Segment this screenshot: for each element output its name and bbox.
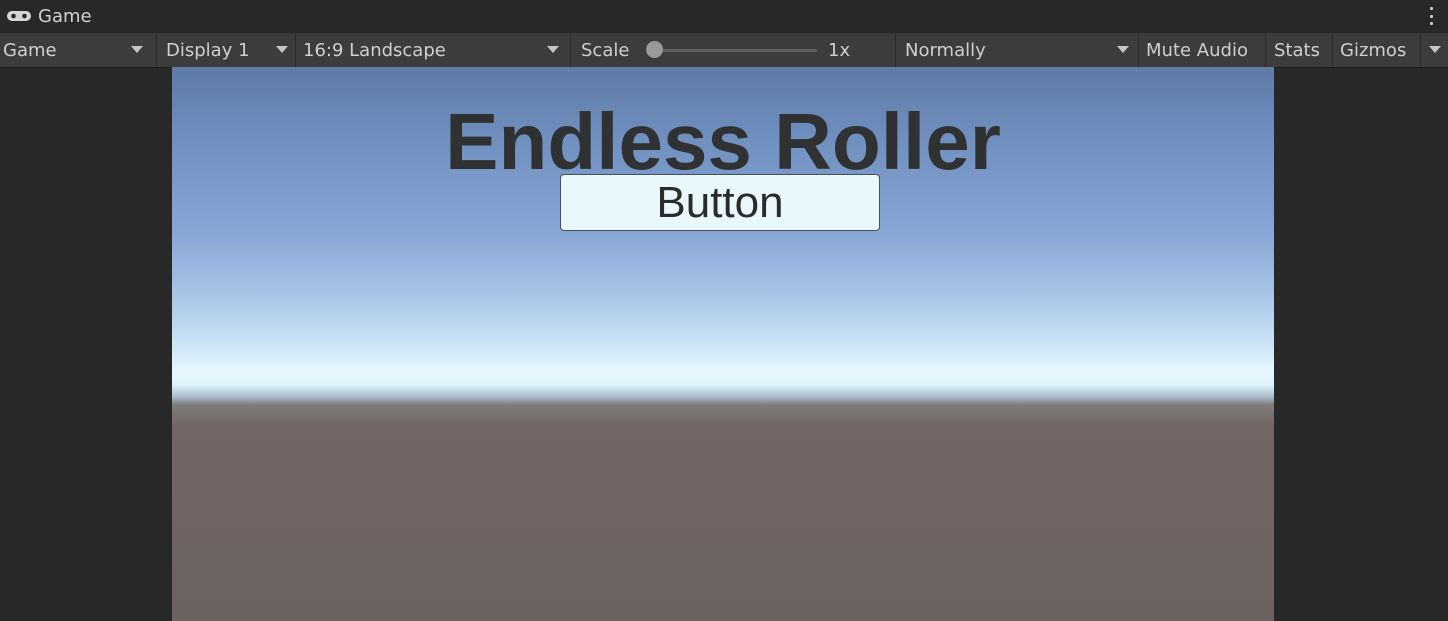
view-mode-label: Game <box>3 39 57 61</box>
scale-value-text: 1x <box>828 39 851 61</box>
scale-label: Scale <box>581 33 641 67</box>
scale-slider-handle[interactable] <box>646 41 663 58</box>
view-mode-dropdown[interactable]: Game <box>3 33 148 67</box>
display-dropdown[interactable]: Display 1 <box>166 33 291 67</box>
chevron-down-icon <box>1429 46 1441 53</box>
play-mode-dropdown[interactable]: Normally <box>905 33 1135 67</box>
more-options-icon[interactable] <box>1428 7 1434 25</box>
tab-title: Game <box>38 5 92 27</box>
game-toolbar: Game Display 1 16:9 Landscape Scale 1x N… <box>0 33 1448 68</box>
gizmos-dropdown[interactable] <box>1421 33 1448 67</box>
window-tab-bar: Game <box>0 0 1448 33</box>
stats-label: Stats <box>1274 39 1320 61</box>
chevron-down-icon <box>547 46 559 53</box>
chevron-down-icon <box>1117 46 1129 53</box>
game-button[interactable]: Button <box>560 174 880 231</box>
game-tab[interactable]: Game <box>6 5 92 27</box>
gizmos-toggle[interactable]: Gizmos <box>1340 33 1412 67</box>
mute-audio-toggle[interactable]: Mute Audio <box>1146 33 1258 67</box>
scale-label-text: Scale <box>581 39 630 61</box>
gizmos-label: Gizmos <box>1340 39 1407 61</box>
play-mode-label: Normally <box>905 39 986 61</box>
game-viewport[interactable]: Endless Roller Button <box>172 67 1274 621</box>
scale-value: 1x <box>828 33 858 67</box>
aspect-ratio-dropdown[interactable]: 16:9 Landscape <box>303 33 565 67</box>
gamepad-icon <box>6 8 32 24</box>
aspect-label: 16:9 Landscape <box>303 39 446 61</box>
chevron-down-icon <box>276 46 288 53</box>
stats-toggle[interactable]: Stats <box>1274 33 1326 67</box>
scale-slider-track[interactable] <box>655 49 817 52</box>
chevron-down-icon <box>131 46 143 53</box>
mute-audio-label: Mute Audio <box>1146 39 1248 61</box>
display-label: Display 1 <box>166 39 250 61</box>
